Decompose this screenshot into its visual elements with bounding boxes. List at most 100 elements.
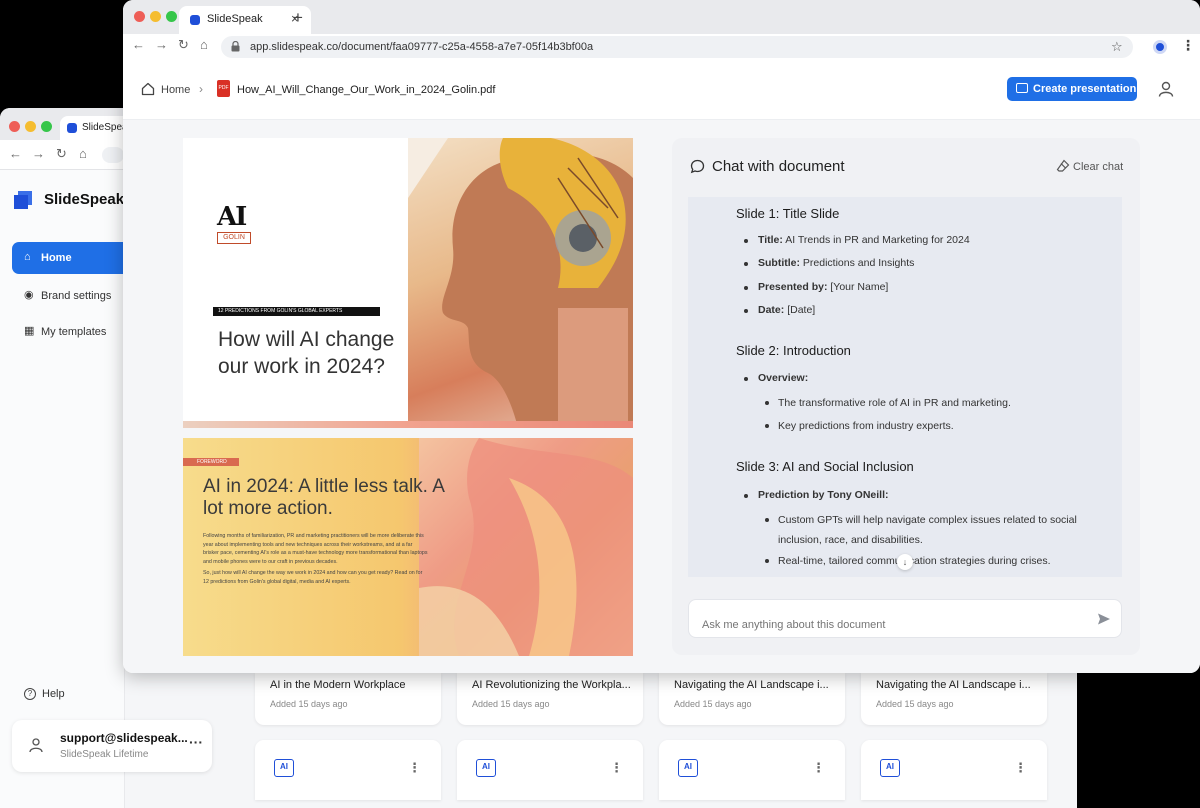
foreword-kicker: FOREWORD (183, 458, 239, 466)
document-page-1[interactable]: AI GOLIN 12 PREDICTIONS FROM GOLIN'S GLO… (183, 138, 633, 428)
sidebar-item-brand-settings[interactable]: ◉ Brand settings (12, 280, 125, 312)
chat-bubble-icon (690, 159, 705, 174)
list-item: Presented by: [Your Name] (743, 281, 889, 293)
forward-arrow-icon[interactable]: → (32, 146, 45, 161)
url-text: app.slidespeak.co/document/faa09777-c25a… (250, 41, 594, 53)
presentation-icon (1016, 83, 1028, 93)
document-card-date: Added 15 days ago (472, 699, 550, 709)
user-account-card[interactable]: support@slidespeak... SlideSpeak Lifetim… (12, 720, 212, 772)
extension-icon[interactable] (1153, 40, 1167, 54)
chat-input[interactable] (688, 599, 1122, 638)
document-card-date: Added 15 days ago (270, 699, 348, 709)
slidespeak-favicon-icon (190, 15, 200, 25)
slide-heading: Slide 3: AI and Social Inclusion (736, 459, 914, 474)
browser-menu-icon[interactable]: ⋮ (1181, 37, 1195, 54)
create-presentation-button[interactable]: Create presentation (1007, 77, 1137, 101)
kebab-menu-icon[interactable]: ⋮ (610, 760, 623, 776)
maximize-dot-icon[interactable] (41, 121, 52, 132)
new-tab-icon[interactable]: + (293, 8, 303, 28)
back-arrow-icon[interactable]: ← (9, 146, 22, 161)
page-divider-strip (183, 421, 633, 428)
back-url-bar[interactable] (102, 147, 124, 163)
template-card[interactable]: AI ⋮ (659, 740, 845, 800)
chat-title: Chat with document (712, 158, 845, 175)
cover-illustration (408, 138, 633, 428)
document-card-title: Navigating the AI Landscape i... (876, 679, 1031, 691)
chat-panel: Chat with document Clear chat Slide 1: T… (672, 138, 1140, 655)
document-card[interactable]: AI Revolutionizing the Workpla... Added … (457, 673, 643, 725)
close-dot-icon[interactable] (9, 121, 20, 132)
home-icon[interactable] (141, 82, 155, 96)
active-browser-tab[interactable]: SlideSpeak × (179, 6, 311, 34)
breadcrumb-file: How_AI_Will_Change_Our_Work_in_2024_Goli… (237, 84, 496, 96)
slide-heading: Slide 1: Title Slide (736, 206, 840, 221)
close-dot-icon[interactable] (134, 11, 145, 22)
bookmark-star-icon[interactable]: ☆ (1111, 39, 1123, 55)
list-item: Real-time, tailored communication strate… (765, 551, 1078, 571)
template-card[interactable]: AI ⋮ (255, 740, 441, 800)
help-icon[interactable]: ? (24, 688, 36, 700)
golin-logo: AI GOLIN (217, 202, 251, 246)
foreword-illustration (419, 438, 633, 656)
maximize-dot-icon[interactable] (166, 11, 177, 22)
logo-mark: AI (217, 202, 247, 232)
list-item: Key predictions from industry experts. (765, 416, 1078, 436)
foreword-headline: AI in 2024: A little less talk. A lot mo… (203, 476, 444, 519)
list-item: Subtitle: Predictions and Insights (743, 257, 915, 269)
profile-icon[interactable] (1157, 80, 1175, 98)
address-bar[interactable]: app.slidespeak.co/document/faa09777-c25a… (221, 36, 1133, 58)
back-browser-tab[interactable]: SlideSpeak (60, 116, 130, 140)
eraser-icon[interactable] (1056, 159, 1070, 173)
home-icon: ⌂ (24, 251, 31, 263)
send-icon[interactable] (1097, 612, 1111, 626)
breadcrumb-home[interactable]: Home (161, 84, 190, 96)
document-card-title: AI in the Modern Workplace (270, 679, 406, 691)
user-plan: SlideSpeak Lifetime (60, 749, 149, 760)
user-avatar-icon (29, 738, 43, 753)
template-card[interactable]: AI ⋮ (457, 740, 643, 800)
scroll-down-icon[interactable]: ↓ (897, 554, 913, 570)
ai-presentation-icon: AI (678, 759, 698, 777)
reload-icon[interactable]: ↻ (56, 146, 67, 162)
foreword-paragraph: Following months of familiarization, PR … (203, 533, 428, 565)
sidebar-item-my-templates[interactable]: ▦ My templates (12, 316, 125, 348)
sidebar-item-home[interactable]: ⌂ Home (12, 242, 125, 274)
foreword-body: Following months of familiarization, PR … (203, 532, 428, 587)
chevron-right-icon: › (199, 82, 203, 96)
list-item: Custom GPTs will help navigate complex i… (765, 510, 1078, 550)
back-arrow-icon[interactable]: ← (132, 37, 145, 52)
home-nav-icon[interactable]: ⌂ (79, 146, 87, 161)
clear-chat-button[interactable]: Clear chat (1073, 161, 1123, 173)
minimize-dot-icon[interactable] (150, 11, 161, 22)
list-item: Date: [Date] (743, 304, 816, 316)
template-card[interactable]: AI ⋮ (861, 740, 1047, 800)
minimize-dot-icon[interactable] (25, 121, 36, 132)
home-nav-icon[interactable]: ⌂ (200, 37, 208, 52)
forward-arrow-icon[interactable]: → (155, 37, 168, 52)
document-card[interactable]: AI in the Modern Workplace Added 15 days… (255, 673, 441, 725)
chat-message-response: Slide 1: Title Slide Title: AI Trends in… (688, 197, 1122, 577)
front-titlebar: SlideSpeak × + (123, 0, 1200, 34)
kebab-menu-icon[interactable]: ⋮ (408, 760, 421, 776)
slidespeak-logo-icon (14, 191, 32, 209)
slidespeak-favicon-icon (67, 123, 77, 133)
cover-kicker: 12 PREDICTIONS FROM GOLIN'S GLOBAL EXPER… (213, 307, 380, 316)
ai-presentation-icon: AI (476, 759, 496, 777)
document-page-2[interactable]: FOREWORD AI in 2024: A little less talk.… (183, 438, 633, 656)
document-card[interactable]: Navigating the AI Landscape i... Added 1… (861, 673, 1047, 725)
ai-presentation-icon: AI (274, 759, 294, 777)
document-card-date: Added 15 days ago (674, 699, 752, 709)
document-card[interactable]: Navigating the AI Landscape i... Added 1… (659, 673, 845, 725)
palette-icon: ◉ (24, 289, 34, 301)
logo-subtext: GOLIN (217, 232, 251, 244)
cyborg-portrait-illustration (408, 138, 633, 428)
more-options-icon[interactable]: ··· (189, 734, 203, 750)
help-link[interactable]: Help (42, 688, 65, 700)
ai-presentation-icon: AI (880, 759, 900, 777)
reload-icon[interactable]: ↻ (178, 37, 189, 53)
kebab-menu-icon[interactable]: ⋮ (812, 760, 825, 776)
browser-toolbar: ← → ↻ ⌂ app.slidespeak.co/document/faa09… (123, 34, 1200, 60)
site-info-icon[interactable] (231, 41, 240, 52)
kebab-menu-icon[interactable]: ⋮ (1014, 760, 1027, 776)
cover-headline: How will AI change our work in 2024? (218, 328, 395, 378)
